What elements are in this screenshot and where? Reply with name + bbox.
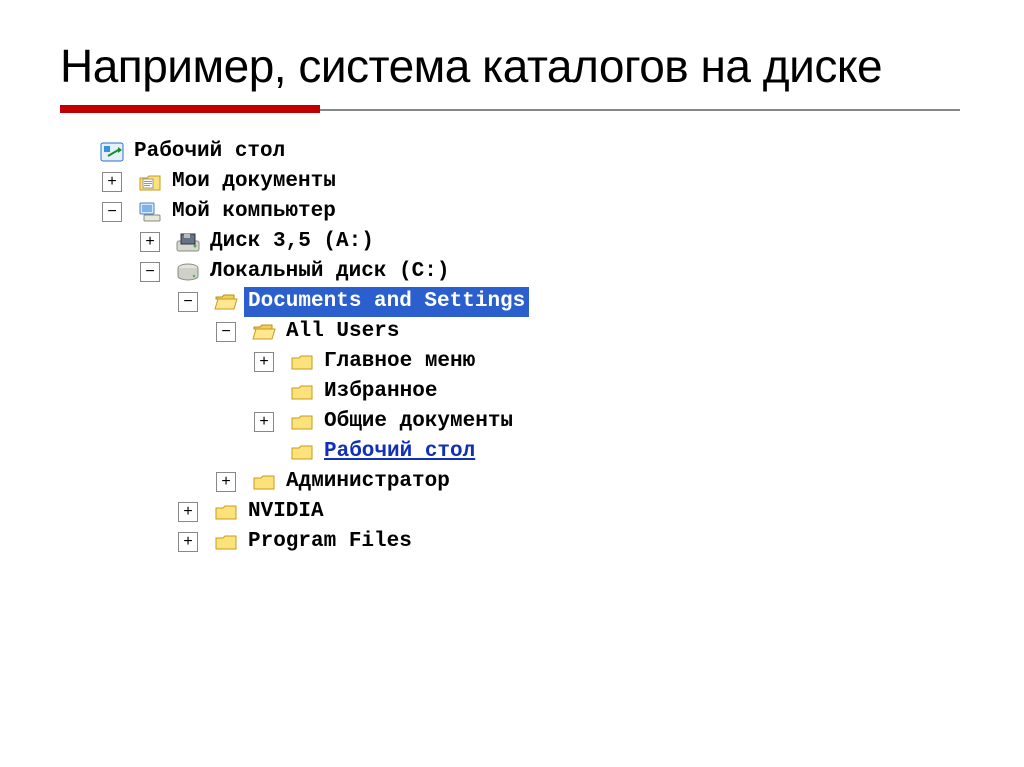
- documents-icon: [132, 168, 168, 196]
- collapse-icon[interactable]: −: [102, 202, 122, 222]
- collapse-icon[interactable]: −: [178, 292, 198, 312]
- tree-row-local-disk[interactable]: − Локальный диск (C:): [64, 257, 960, 287]
- computer-icon: [132, 198, 168, 226]
- collapse-icon[interactable]: −: [216, 322, 236, 342]
- tree-row-nvidia[interactable]: + NVIDIA: [64, 497, 960, 527]
- folder-open-icon: [208, 288, 244, 316]
- expand-icon[interactable]: +: [254, 412, 274, 432]
- tree-label-link: Рабочий стол: [320, 438, 475, 466]
- tree-label: Program Files: [244, 528, 412, 556]
- tree-label: Локальный диск (C:): [206, 258, 449, 286]
- tree-row-program-files[interactable]: + Program Files: [64, 527, 960, 557]
- tree-label: Общие документы: [320, 408, 513, 436]
- tree-label: Рабочий стол: [130, 138, 285, 166]
- folder-icon: [208, 528, 244, 556]
- tree-row-shared-docs[interactable]: + Общие документы: [64, 407, 960, 437]
- expand-icon[interactable]: +: [178, 502, 198, 522]
- tree-label: All Users: [282, 318, 399, 346]
- tree-row-main-menu[interactable]: + Главное меню: [64, 347, 960, 377]
- tree-row-my-documents[interactable]: + Мои документы: [64, 167, 960, 197]
- tree-label-selected: Documents and Settings: [244, 287, 529, 317]
- folder-icon: [284, 408, 320, 436]
- tree-row-administrator[interactable]: + Администратор: [64, 467, 960, 497]
- folder-open-icon: [246, 318, 282, 346]
- tree-label: Главное меню: [320, 348, 475, 376]
- tree-label: Мои документы: [168, 168, 336, 196]
- tree-label: NVIDIA: [244, 498, 324, 526]
- title-underline: [60, 105, 320, 113]
- expand-icon[interactable]: +: [216, 472, 236, 492]
- collapse-icon[interactable]: −: [140, 262, 160, 282]
- tree-label: Диск 3,5 (A:): [206, 228, 374, 256]
- desktop-icon: [94, 138, 130, 166]
- folder-icon: [284, 348, 320, 376]
- tree-label: Мой компьютер: [168, 198, 336, 226]
- tree-row-desktop[interactable]: Рабочий стол: [64, 137, 960, 167]
- hard-drive-icon: [170, 258, 206, 286]
- folder-tree: Рабочий стол + Мои документы − Мой компь…: [60, 133, 964, 561]
- tree-label: Администратор: [282, 468, 450, 496]
- folder-icon: [246, 468, 282, 496]
- folder-icon: [284, 438, 320, 466]
- expand-icon[interactable]: +: [102, 172, 122, 192]
- tree-label: Избранное: [320, 378, 437, 406]
- expand-icon[interactable]: +: [178, 532, 198, 552]
- slide-title: Например, система каталогов на диске: [60, 40, 964, 93]
- folder-icon: [284, 378, 320, 406]
- folder-icon: [208, 498, 244, 526]
- tree-row-all-users[interactable]: − All Users: [64, 317, 960, 347]
- tree-row-my-computer[interactable]: − Мой компьютер: [64, 197, 960, 227]
- tree-row-desktop-sub[interactable]: Рабочий стол: [64, 437, 960, 467]
- tree-row-favorites[interactable]: Избранное: [64, 377, 960, 407]
- floppy-drive-icon: [170, 228, 206, 256]
- tree-row-documents-settings[interactable]: − Documents and Settings: [64, 287, 960, 317]
- expand-icon[interactable]: +: [254, 352, 274, 372]
- tree-row-floppy[interactable]: + Диск 3,5 (A:): [64, 227, 960, 257]
- expand-icon[interactable]: +: [140, 232, 160, 252]
